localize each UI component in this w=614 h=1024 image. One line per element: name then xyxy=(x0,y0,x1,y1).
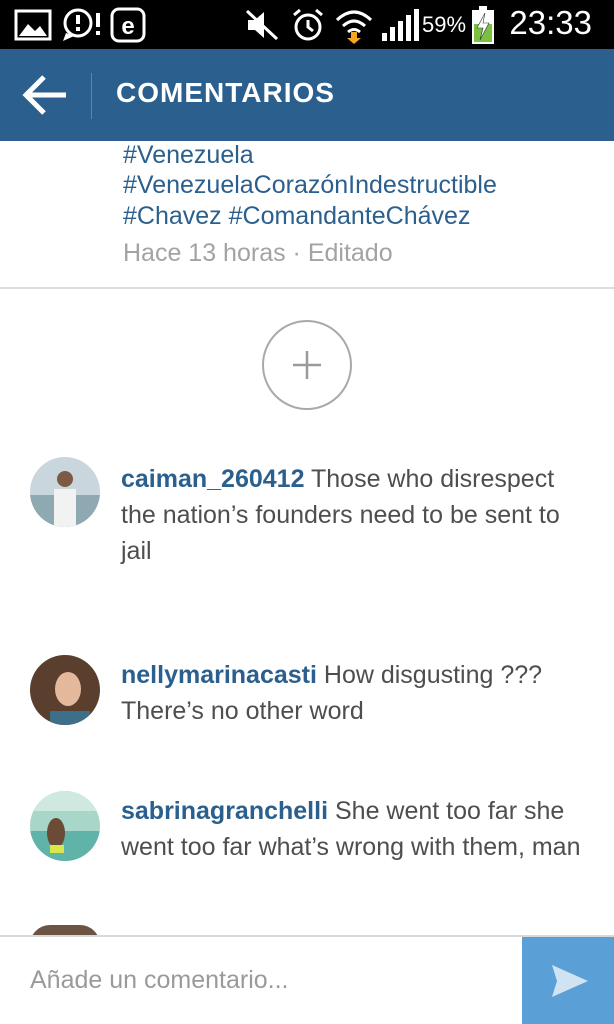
comment-username[interactable]: caiman_260412 xyxy=(121,465,304,493)
caption-line: #VenezuelaCorazónIndestructible xyxy=(123,171,497,200)
back-button[interactable] xyxy=(18,71,72,119)
post-caption: #Venezuela #VenezuelaCorazónIndestructib… xyxy=(0,141,614,287)
app-bar: COMENTARIOS xyxy=(0,49,614,141)
wifi-icon xyxy=(335,10,373,44)
send-button[interactable] xyxy=(522,937,614,1024)
status-bar: e 59% 23:33 xyxy=(0,0,614,49)
caption-line: #Chavez #ComandanteChávez xyxy=(123,202,470,231)
chat-icon xyxy=(63,8,100,41)
comment-username[interactable]: sabrinagranchelli xyxy=(121,797,328,825)
avatar[interactable] xyxy=(30,655,100,725)
page-title: COMENTARIOS xyxy=(116,77,335,108)
comment-input[interactable] xyxy=(0,937,522,1024)
avatar[interactable] xyxy=(30,457,100,527)
back-arrow-icon xyxy=(22,75,66,115)
send-icon xyxy=(552,965,588,997)
plus-icon xyxy=(293,351,321,379)
hashtag-link[interactable]: #ComandanteChávez xyxy=(229,202,471,230)
app-bar-divider xyxy=(91,73,92,119)
comment-body: caiman_260412 Those who disrespect the n… xyxy=(121,461,581,569)
hashtag-link[interactable]: #VenezuelaCorazónIndestructible xyxy=(123,171,497,199)
compose-bar xyxy=(0,935,614,1024)
gallery-icon xyxy=(14,9,52,41)
hashtag-link[interactable]: #Chavez xyxy=(123,202,222,230)
caption-timestamp: Hace 13 horas · Editado xyxy=(123,239,393,267)
battery-percent: 59% xyxy=(422,12,467,37)
e-icon: e xyxy=(110,7,146,43)
hashtag-link[interactable]: #Venezuela xyxy=(123,141,254,169)
load-more-button[interactable] xyxy=(262,320,352,410)
battery-charging-icon xyxy=(472,6,494,44)
alarm-icon xyxy=(293,8,323,41)
caption-line: #Venezuela xyxy=(123,141,254,170)
clock: 23:33 xyxy=(509,4,592,41)
comment-body: sabrinagranchelli She went too far she w… xyxy=(121,793,581,865)
avatar[interactable] xyxy=(30,791,100,861)
mute-icon xyxy=(245,9,279,41)
svg-text:e: e xyxy=(121,13,134,40)
avatar-partial xyxy=(30,925,100,935)
signal-icon xyxy=(382,9,419,41)
comments-list[interactable]: caiman_260412 Those who disrespect the n… xyxy=(0,289,614,935)
comment-username[interactable]: nellymarinacasti xyxy=(121,661,317,689)
comment-body: nellymarinacasti How disgusting ??? Ther… xyxy=(121,657,581,729)
